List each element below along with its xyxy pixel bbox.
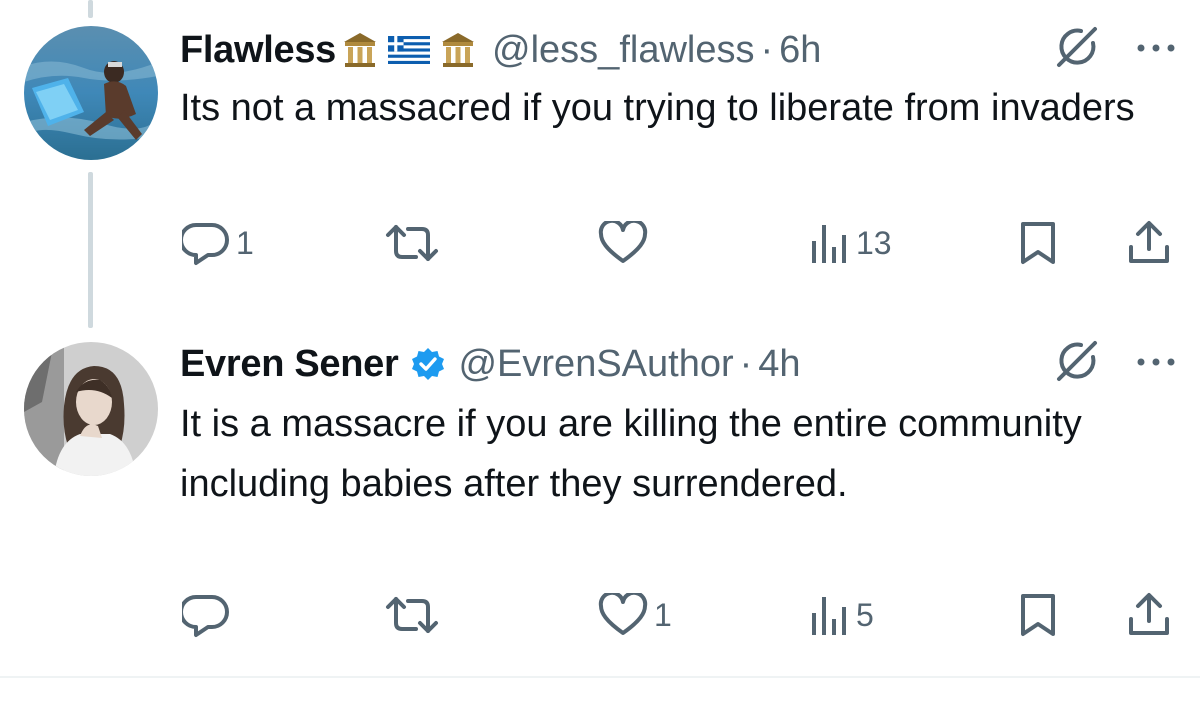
view-count: 13: [856, 224, 892, 261]
tweet[interactable]: Flawless @less_flawless · 6h Its not a m…: [0, 0, 1200, 300]
heart-icon: [598, 221, 648, 263]
reply-count: 1: [236, 224, 254, 261]
share-button[interactable]: [1126, 590, 1172, 640]
repost-arrows-icon: [386, 597, 438, 633]
views-button[interactable]: 5: [810, 590, 874, 640]
like-count: 1: [654, 596, 672, 633]
greece-flag-icon: [388, 35, 431, 65]
action-bar: 1 5: [180, 590, 1180, 640]
repost-button[interactable]: [384, 218, 446, 268]
grok-icon[interactable]: [1052, 22, 1102, 72]
analytics-bars-icon: [812, 597, 846, 635]
classical-building-icon: [342, 30, 378, 70]
heart-icon: [598, 593, 648, 635]
reply-button[interactable]: 1: [182, 218, 254, 268]
reply-button[interactable]: [182, 590, 236, 640]
tweet[interactable]: Evren Sener @EvrenSAuthor · 4h It is a m…: [0, 318, 1200, 658]
tweet-header: Flawless @less_flawless · 6h: [180, 24, 821, 76]
action-bar: 1 13: [180, 218, 1180, 268]
user-handle[interactable]: @EvrenSAuthor: [458, 343, 733, 386]
share-upload-icon: [1129, 593, 1169, 635]
view-count: 5: [856, 596, 874, 633]
more-dots-icon[interactable]: [1134, 352, 1178, 372]
like-button[interactable]: [598, 218, 654, 268]
display-name[interactable]: Evren Sener: [180, 343, 399, 386]
user-handle[interactable]: @less_flawless: [492, 29, 754, 72]
bookmark-button[interactable]: [1018, 218, 1058, 268]
tweet-text: Its not a massacred if you trying to lib…: [180, 87, 1135, 129]
avatar[interactable]: [24, 26, 158, 160]
tweet-text: It is a massacre if you are killing the …: [180, 403, 1082, 505]
divider: [0, 676, 1200, 678]
avatar[interactable]: [24, 342, 158, 476]
separator-dot: ·: [760, 28, 774, 71]
views-button[interactable]: 13: [810, 218, 892, 268]
grok-icon[interactable]: [1052, 336, 1102, 386]
share-button[interactable]: [1126, 218, 1172, 268]
repost-arrows-icon: [386, 225, 438, 261]
verified-badge-icon: [410, 346, 446, 382]
analytics-bars-icon: [812, 225, 846, 263]
more-dots-icon[interactable]: [1134, 38, 1178, 58]
reply-bubble-icon: [182, 223, 229, 265]
classical-building-icon: [440, 30, 476, 70]
like-button[interactable]: 1: [598, 590, 672, 640]
display-name[interactable]: Flawless: [180, 29, 336, 72]
repost-button[interactable]: [384, 590, 446, 640]
bookmark-button[interactable]: [1018, 590, 1058, 640]
timestamp[interactable]: 6h: [779, 29, 821, 72]
timestamp[interactable]: 4h: [758, 343, 800, 386]
reply-bubble-icon: [182, 595, 229, 637]
share-upload-icon: [1129, 221, 1169, 263]
separator-dot: ·: [739, 342, 753, 385]
name-badges: [342, 30, 476, 70]
bookmark-icon: [1021, 222, 1055, 264]
tweet-header: Evren Sener @EvrenSAuthor · 4h: [180, 338, 801, 390]
bookmark-icon: [1021, 594, 1055, 636]
